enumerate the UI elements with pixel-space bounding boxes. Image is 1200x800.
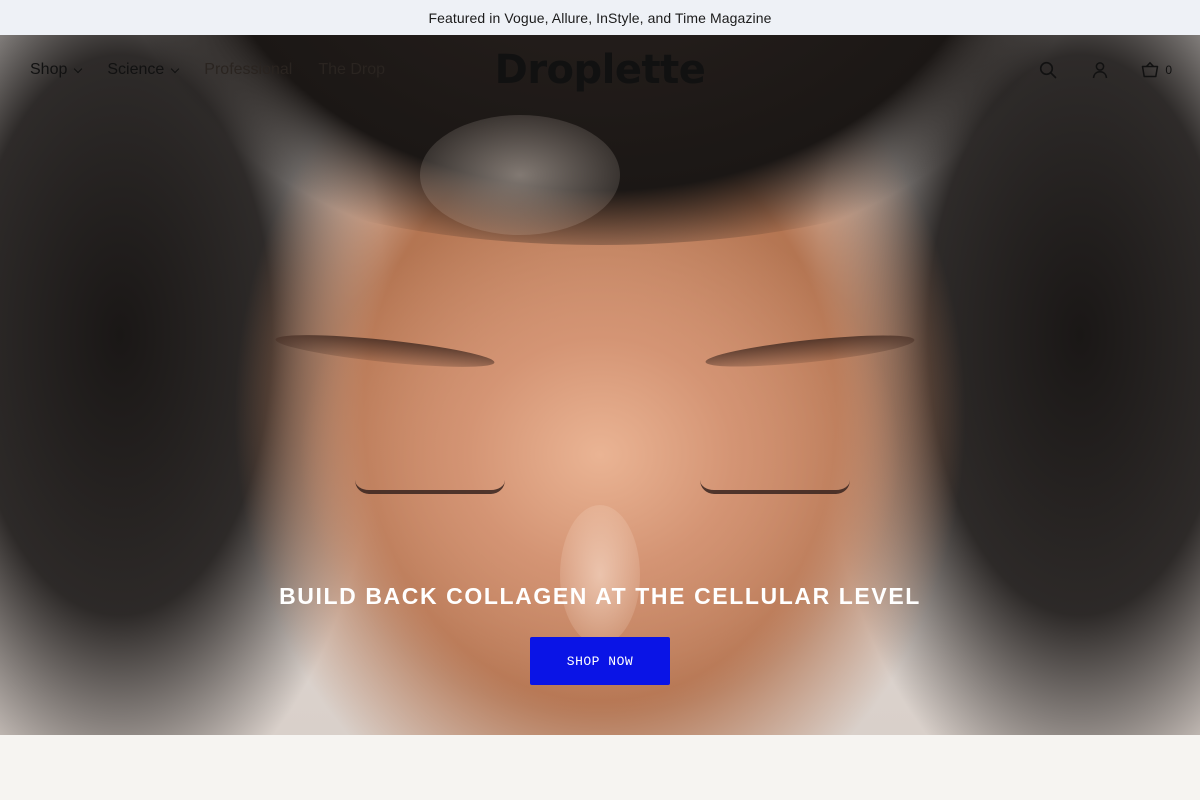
next-section (0, 735, 1200, 800)
announcement-text: Featured in Vogue, Allure, InStyle, and … (428, 9, 772, 26)
search-icon (1040, 61, 1057, 79)
site-header: Shop Science Professional The Drop Dropl… (0, 35, 1200, 105)
announcement-bar: Featured in Vogue, Allure, InStyle, and … (0, 0, 1200, 35)
account-icon (1093, 62, 1108, 79)
cart-button[interactable]: 0 (1141, 61, 1172, 79)
cart-icon (1142, 61, 1159, 78)
search-button[interactable] (1037, 59, 1059, 81)
header-actions: 0 (1037, 35, 1172, 105)
cart-count: 0 (1165, 63, 1172, 77)
brand-logo[interactable]: Droplette (0, 47, 1200, 93)
hero-title: BUILD BACK COLLAGEN AT THE CELLULAR LEVE… (279, 583, 921, 609)
hero-image (0, 35, 1200, 735)
shop-now-button[interactable]: SHOP NOW (530, 637, 670, 685)
account-button[interactable] (1089, 59, 1111, 81)
